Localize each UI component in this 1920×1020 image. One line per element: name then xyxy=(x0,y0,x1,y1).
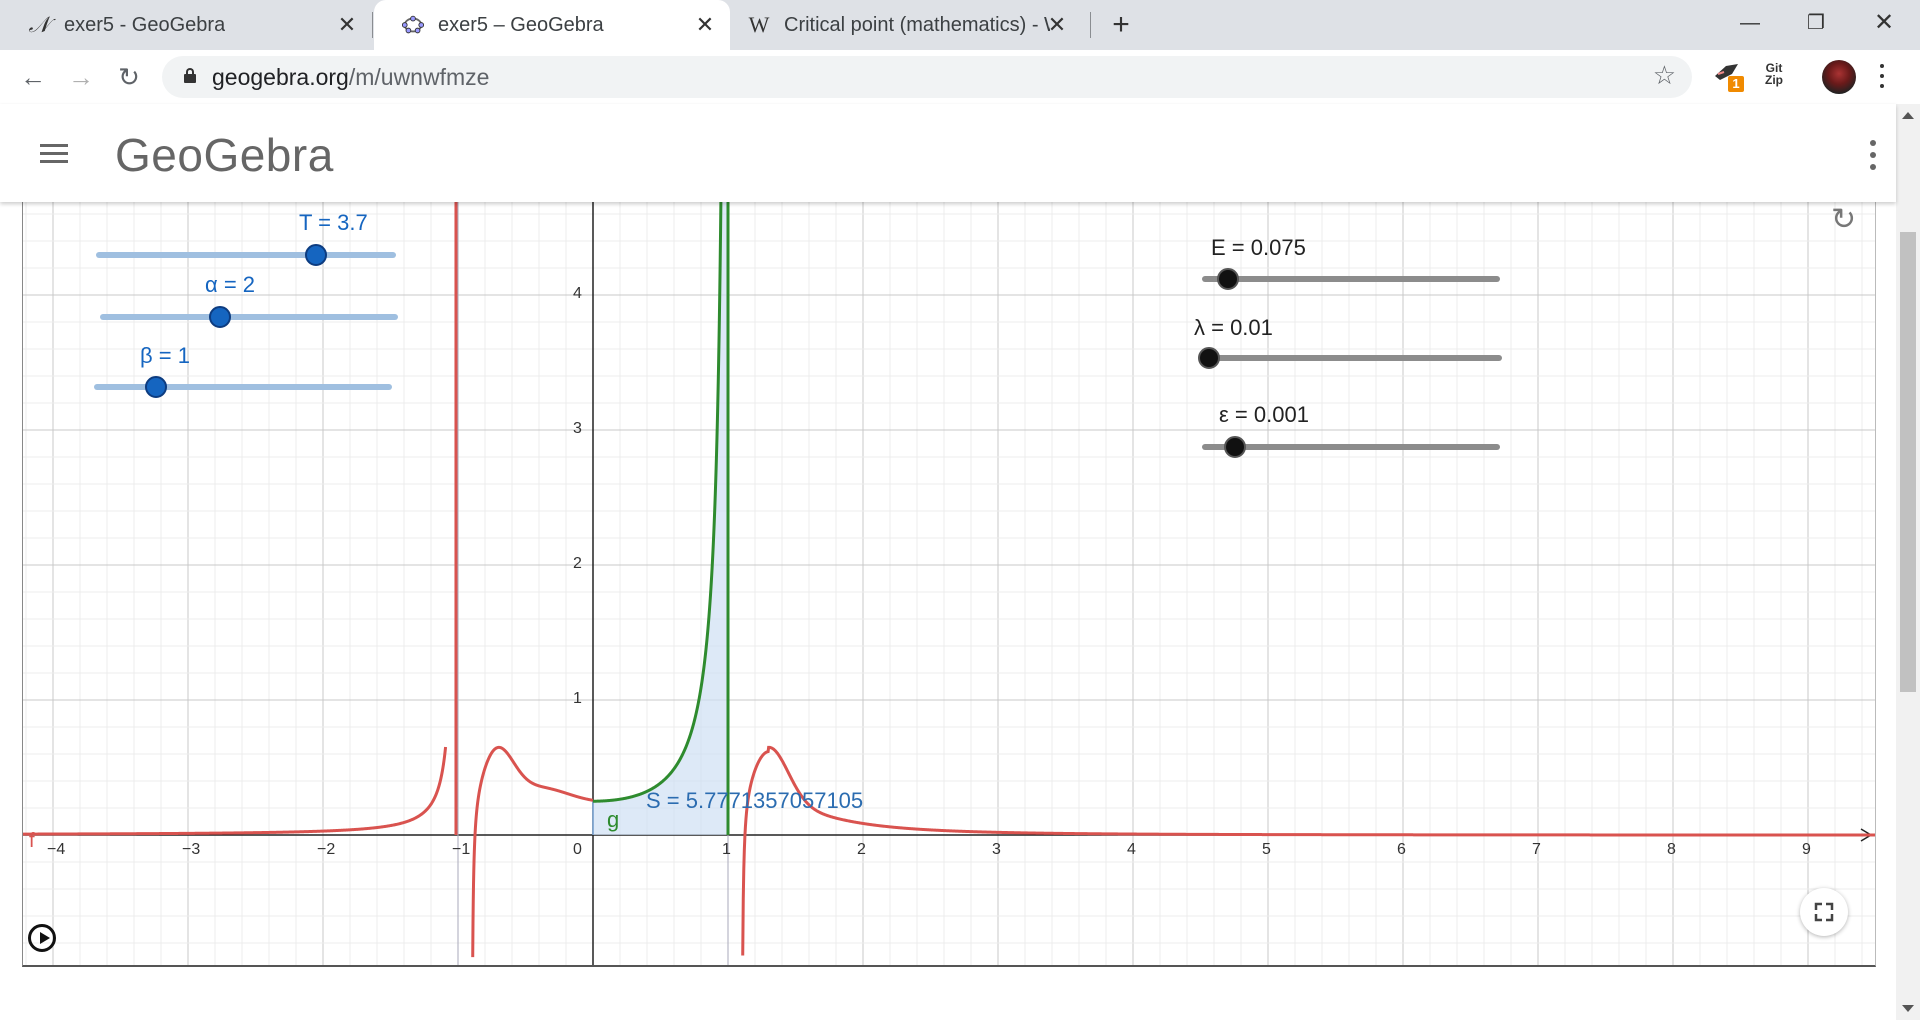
slider-T-knob xyxy=(305,244,327,266)
extension-badge: 1 xyxy=(1728,76,1744,92)
more-options-icon[interactable] xyxy=(1870,140,1876,170)
slider-label-epsilon: ε = 0.001 xyxy=(1219,402,1309,427)
restore-button[interactable]: ❐ xyxy=(1796,6,1836,40)
page-scrollbar[interactable] xyxy=(1896,104,1920,1020)
x-tick-label: 8 xyxy=(1667,841,1676,858)
slider-label-T: T = 3.7 xyxy=(299,210,368,235)
lock-icon xyxy=(184,68,196,83)
x-tick-label: −3 xyxy=(182,841,201,858)
geogebra-logo[interactable]: GeoGebra xyxy=(115,128,334,182)
x-tick-label: −4 xyxy=(47,841,66,858)
new-tab-button[interactable]: + xyxy=(1106,10,1136,40)
x-tick-label: 0 xyxy=(573,841,582,858)
x-tick-label: 9 xyxy=(1802,841,1811,858)
tab-exer5-1[interactable]: 𝒩 exer5 - GeoGebra ✕ xyxy=(0,0,372,50)
scroll-up-icon[interactable] xyxy=(1902,112,1914,119)
bookmark-star-icon[interactable]: ☆ xyxy=(1653,60,1676,91)
x-tick-label: −1 xyxy=(452,841,471,858)
geogebra-header: GeoGebra xyxy=(0,104,1896,202)
slider-E-knob xyxy=(1217,268,1239,290)
tab-title: Critical point (mathematics) - W xyxy=(784,13,1050,36)
slider-alpha-knob xyxy=(209,306,231,328)
x-tick-label: −2 xyxy=(317,841,336,858)
function-f-curve xyxy=(23,746,448,836)
avatar[interactable] xyxy=(1822,60,1856,94)
browser-menu-icon[interactable] xyxy=(1880,64,1884,90)
tab-divider xyxy=(1090,12,1091,38)
fullscreen-icon xyxy=(1814,902,1834,922)
hamburger-menu-icon[interactable] xyxy=(40,144,68,164)
minimize-button[interactable]: — xyxy=(1730,6,1770,40)
slider-beta-knob xyxy=(145,376,167,398)
play-animation-button[interactable] xyxy=(28,924,56,952)
address-bar[interactable]: geogebra.org/m/uwnwfmze ☆ xyxy=(162,56,1692,98)
back-button[interactable]: ← xyxy=(16,60,50,94)
tab-divider xyxy=(372,12,373,38)
close-icon[interactable]: ✕ xyxy=(692,12,718,38)
slider-epsilon-knob xyxy=(1224,436,1246,458)
undo-icon[interactable]: ↻ xyxy=(1831,202,1856,237)
close-icon[interactable]: ✕ xyxy=(334,12,360,38)
slider-label-alpha: α = 2 xyxy=(205,272,256,297)
area-label[interactable]: S = 5.7771357057105 xyxy=(646,788,863,814)
x-tick-label: 4 xyxy=(1127,841,1136,858)
area-region-S xyxy=(593,202,728,835)
graphics-view[interactable]: −4 −3 −2 −1 0 1 2 3 4 5 6 7 8 9 1 2 3 4 T = 3.7 α = 2 β … xyxy=(22,202,1876,967)
tab-title: exer5 – GeoGebra xyxy=(438,13,604,36)
y-tick-label: 2 xyxy=(573,555,582,572)
tab-exer5-2[interactable]: exer5 – GeoGebra ✕ xyxy=(374,0,730,50)
slider-label-beta: β = 1 xyxy=(140,343,190,368)
close-window-button[interactable]: ✕ xyxy=(1864,6,1904,40)
y-tick-label: 1 xyxy=(573,690,582,707)
slider-label-lambda: λ = 0.01 xyxy=(1194,315,1273,340)
fullscreen-button[interactable] xyxy=(1800,888,1848,936)
x-tick-label: 1 xyxy=(722,841,731,858)
function-g-label[interactable]: g xyxy=(607,807,619,833)
slider-lambda-knob xyxy=(1198,347,1220,369)
browser-tab-bar: 𝒩 exer5 - GeoGebra ✕ exer5 – GeoGebra ✕ … xyxy=(0,0,1920,50)
close-icon[interactable]: ✕ xyxy=(1044,12,1070,38)
scrollbar-thumb[interactable] xyxy=(1900,232,1916,692)
reload-button[interactable]: ↻ xyxy=(112,60,146,94)
scroll-down-icon[interactable] xyxy=(1902,1005,1914,1012)
forward-button[interactable]: → xyxy=(64,60,98,94)
extension-icon[interactable]: 1 xyxy=(1712,58,1744,92)
y-tick-label: 3 xyxy=(573,420,582,437)
geogebra-logo-icon xyxy=(402,14,424,36)
gitzip-icon[interactable]: Git Zip xyxy=(1760,62,1788,90)
y-tick-label: 4 xyxy=(573,285,582,302)
plot-canvas[interactable] xyxy=(23,202,1875,965)
x-tick-label: 2 xyxy=(857,841,866,858)
tab-title: exer5 - GeoGebra xyxy=(64,13,226,36)
x-tick-label: 7 xyxy=(1532,841,1541,858)
x-tick-label: 5 xyxy=(1262,841,1271,858)
wikipedia-w-icon: W xyxy=(748,12,770,37)
x-tick-label: 3 xyxy=(992,841,1001,858)
tab-wikipedia[interactable]: W Critical point (mathematics) - W ✕ xyxy=(730,0,1090,50)
url-text: geogebra.org/m/uwnwfmze xyxy=(212,64,490,90)
browser-toolbar: ← → ↻ geogebra.org/m/uwnwfmze ☆ 1 Git Zi… xyxy=(0,50,1920,104)
slider-label-E: E = 0.075 xyxy=(1211,235,1306,260)
function-f-curve xyxy=(741,745,1875,956)
x-tick-label: 6 xyxy=(1397,841,1406,858)
geogebra-n-icon: 𝒩 xyxy=(28,12,50,37)
function-f-label[interactable]: f xyxy=(29,830,35,853)
